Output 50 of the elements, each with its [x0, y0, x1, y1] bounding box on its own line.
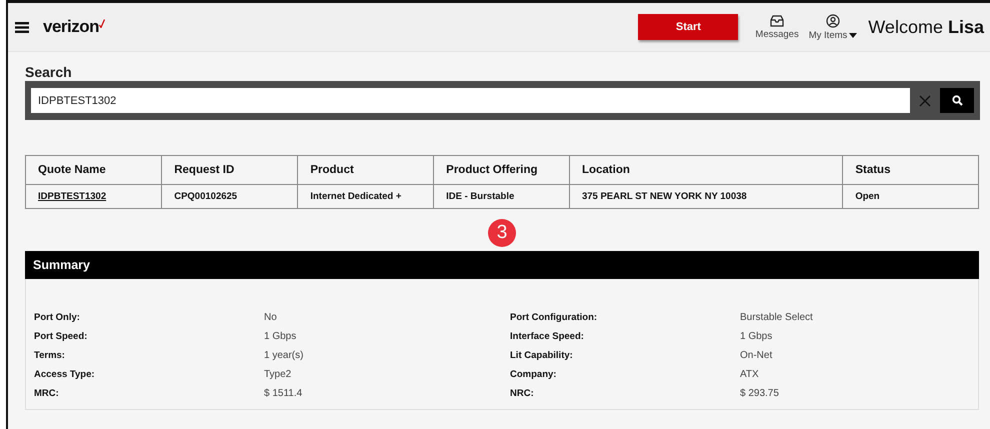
table-cell: Open: [842, 184, 978, 208]
search-icon: [952, 95, 962, 106]
checkmark-icon: [99, 18, 106, 28]
field-label: Port Configuration:: [510, 312, 598, 323]
field-value: 1 Gbps: [740, 331, 774, 342]
table-cell[interactable]: IDPBTEST1302: [26, 184, 162, 208]
welcome-text: Welcome Lisa: [868, 16, 984, 38]
column-header: Product Offering: [434, 156, 570, 184]
table-cell: CPQ00102625: [162, 184, 298, 208]
field-value: $ 1511.4: [264, 388, 304, 399]
field-value: $ 293.75: [740, 388, 780, 399]
column-header: Status: [842, 156, 978, 184]
start-button[interactable]: Start: [638, 14, 738, 40]
table-cell: IDE - Burstable: [434, 184, 570, 208]
field-value: On-Net: [740, 350, 774, 361]
field-label: MRC:: [34, 388, 60, 399]
messages-button[interactable]: Messages: [750, 14, 804, 40]
field-value: ATX: [740, 369, 760, 380]
inbox-icon: [770, 14, 784, 26]
column-header: Location: [569, 156, 843, 184]
field-label: Port Only:: [34, 312, 81, 323]
field-label: Company:: [510, 369, 558, 380]
logo[interactable]: verizon: [43, 17, 100, 37]
field-value: No: [264, 312, 278, 323]
close-icon: [919, 94, 931, 106]
table-cell: 375 PEARL ST NEW YORK NY 10038: [569, 184, 843, 208]
column-header: Request ID: [162, 156, 298, 184]
my-items-button[interactable]: My Items: [804, 14, 862, 40]
field-value: Type2: [264, 369, 292, 380]
field-value: Burstable Select: [740, 312, 814, 323]
field-label: Port Speed:: [34, 331, 88, 342]
field-label: Lit Capability:: [510, 350, 574, 361]
search-field[interactable]: IDPBTEST1302: [31, 88, 910, 113]
quote-link[interactable]: IDPBTEST1302: [38, 191, 106, 202]
column-header: Product: [298, 156, 434, 184]
field-value: 1 Gbps: [264, 331, 298, 342]
field-value: 1 year(s): [264, 350, 304, 361]
field-label: Interface Speed:: [510, 331, 585, 342]
summary-title: Summary: [25, 251, 979, 279]
search-label: Search: [25, 64, 73, 80]
column-header: Quote Name: [26, 156, 162, 184]
step-badge: 3: [488, 219, 516, 247]
user-icon: [826, 14, 840, 28]
field-label: Terms:: [34, 350, 66, 361]
caret-icon: [849, 32, 858, 38]
search-button[interactable]: [940, 88, 974, 113]
table-cell: Internet Dedicated +: [298, 184, 434, 208]
field-label: Access Type:: [34, 369, 96, 380]
field-label: NRC:: [510, 388, 535, 399]
menu-icon[interactable]: [15, 22, 29, 32]
